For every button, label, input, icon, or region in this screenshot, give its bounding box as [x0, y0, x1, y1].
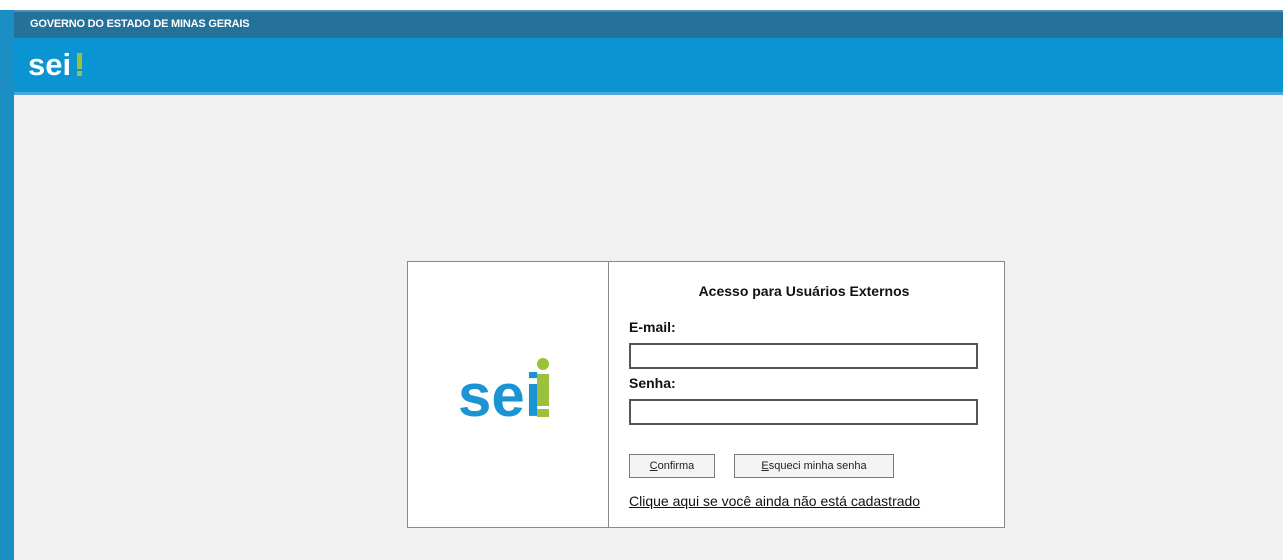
left-border-bar [0, 10, 14, 560]
app-window: GOVERNO DO ESTADO DE MINAS GERAIS sei se… [0, 0, 1283, 560]
email-label: E-mail: [629, 319, 676, 335]
government-bar: GOVERNO DO ESTADO DE MINAS GERAIS [14, 10, 1283, 38]
sei-logo-large-icon: sei [458, 358, 549, 429]
password-input[interactable] [629, 399, 978, 425]
register-link[interactable]: Clique aqui se você ainda não está cadas… [629, 493, 920, 509]
confirm-button[interactable]: Confirma [629, 454, 715, 478]
forgot-label: squeci minha senha [768, 460, 867, 472]
form-title: Acesso para Usuários Externos [698, 283, 910, 299]
password-label: Senha: [629, 375, 676, 391]
logo-panel: sei [408, 262, 609, 527]
sei-logo-small[interactable]: sei [28, 47, 92, 88]
email-input[interactable] [629, 343, 978, 369]
sei-logo-small-icon: sei [28, 47, 82, 82]
top-strip [0, 0, 1283, 10]
brand-bar: sei [14, 38, 1283, 95]
forgot-password-button[interactable]: Esqueci minha senha [734, 454, 894, 478]
confirm-label: onfirma [657, 460, 695, 472]
forgot-accesskey: E [761, 460, 769, 472]
sei-logo-large: sei [458, 356, 568, 431]
confirm-accesskey: C [649, 460, 658, 472]
svg-text:sei: sei [458, 362, 541, 426]
svg-text:sei: sei [28, 47, 71, 82]
government-title: GOVERNO DO ESTADO DE MINAS GERAIS [30, 18, 250, 30]
login-form: Acesso para Usuários Externos E-mail: Se… [609, 262, 1004, 527]
login-box: sei Acesso para Usuários Externos E-mail… [407, 261, 1005, 528]
